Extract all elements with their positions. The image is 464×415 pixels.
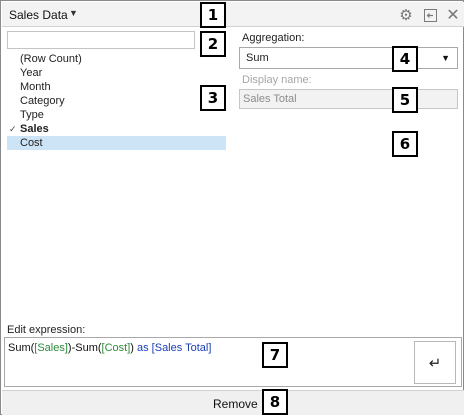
column-list-item[interactable]: Year	[7, 66, 226, 80]
column-label: Type	[20, 109, 44, 121]
column-label: Year	[20, 67, 43, 79]
edit-expression-label: Edit expression:	[7, 324, 86, 336]
column-list: (Row Count) Year Month Category Type ✓ Sales Co…	[7, 52, 226, 150]
expr-column-ref: [Cost]	[101, 342, 131, 354]
panel-title[interactable]: Sales Data	[9, 8, 68, 22]
callout-badge: 3	[200, 85, 226, 111]
column-list-item[interactable]: Month	[7, 80, 226, 94]
column-list-item[interactable]: Cost	[7, 136, 226, 150]
expr-function: Sum(	[8, 342, 35, 354]
close-icon[interactable]: ✕	[445, 7, 461, 24]
expr-alias: [Sales Total]	[151, 342, 212, 354]
callout-badge: 4	[392, 46, 418, 72]
column-list-item[interactable]: Category	[7, 94, 226, 108]
column-search-input[interactable]	[7, 31, 195, 49]
callout-badge: 1	[200, 2, 226, 28]
enter-icon: ↵	[428, 354, 442, 372]
apply-expression-button[interactable]: ↵	[414, 341, 456, 384]
expr-operator: )-Sum(	[67, 342, 102, 354]
column-label: (Row Count)	[20, 53, 82, 65]
title-dropdown-icon[interactable]: ▼	[69, 8, 78, 18]
column-label: Category	[20, 95, 65, 107]
column-panel: Sales Data ▼ ⚙ ✕ (Row Count) Year Month Cat…	[0, 0, 464, 415]
expr-as-keyword: as	[133, 342, 152, 354]
callout-badge: 2	[200, 31, 226, 57]
aggregation-label: Aggregation:	[242, 32, 305, 44]
expr-column-ref: [Sales]	[34, 342, 68, 354]
dock-panel-icon[interactable]	[422, 7, 438, 23]
column-list-item[interactable]: Type	[7, 108, 226, 122]
remove-button[interactable]: Remove	[213, 397, 258, 411]
column-list-item[interactable]: (Row Count)	[7, 52, 226, 66]
callout-badge: 8	[262, 389, 288, 415]
checkmark-icon: ✓	[9, 124, 17, 134]
expression-text: Sum([Sales])-Sum([Cost]) as [Sales Total…	[8, 342, 211, 354]
display-name-field: Sales Total	[239, 89, 458, 109]
callout-badge: 6	[392, 131, 418, 157]
column-list-item[interactable]: ✓ Sales	[7, 122, 226, 136]
column-label: Sales	[20, 123, 49, 135]
gear-icon[interactable]: ⚙	[398, 7, 414, 24]
expression-editor[interactable]: Sum([Sales])-Sum([Cost]) as [Sales Total…	[4, 337, 462, 387]
column-label: Month	[20, 81, 51, 93]
chevron-down-icon: ▼	[441, 53, 450, 63]
callout-badge: 5	[392, 87, 418, 113]
footer-bar: Remove	[2, 390, 464, 415]
title-bar: Sales Data ▼ ⚙ ✕	[2, 2, 464, 27]
aggregation-value: Sum	[246, 52, 269, 64]
column-label: Cost	[20, 137, 43, 149]
callout-badge: 7	[262, 342, 288, 368]
aggregation-dropdown[interactable]: Sum ▼	[239, 47, 458, 69]
display-name-label: Display name:	[242, 74, 312, 86]
